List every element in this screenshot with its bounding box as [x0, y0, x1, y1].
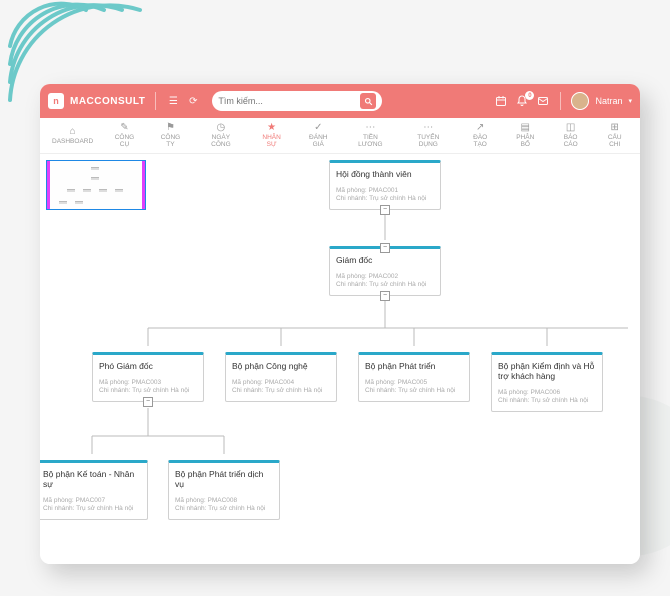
org-node[interactable]: − Giám đốc Mã phòng: PMAC002 Chi nhánh: … — [329, 246, 441, 296]
username: Natran — [595, 96, 622, 106]
search-box[interactable] — [212, 91, 382, 111]
nav-allocation[interactable]: ▤PHÂN BỔ — [505, 121, 546, 150]
app-name: MACCONSULT — [70, 96, 145, 107]
app-window: n MACCONSULT ☰ ⟳ 0 Natran ▾ ⌂DASHBOARD ✎… — [40, 84, 640, 564]
nav-timesheet[interactable]: ◷NGÀY CÔNG — [195, 121, 246, 150]
org-node[interactable]: Bộ phận Kế toán - Nhân sự Mã phòng: PMAC… — [40, 460, 148, 520]
topbar: n MACCONSULT ☰ ⟳ 0 Natran ▾ — [40, 84, 640, 118]
nav-dashboard[interactable]: ⌂DASHBOARD — [46, 125, 99, 147]
nav-tools[interactable]: ✎CÔNG CỤ — [103, 121, 146, 150]
nav-config[interactable]: ⊞CẤU CHI — [595, 121, 634, 150]
nav-salary[interactable]: ⋯TIỀN LƯƠNG — [344, 121, 397, 150]
collapse-icon[interactable]: − — [380, 291, 390, 301]
nav-company[interactable]: ⚑CÔNG TY — [150, 121, 191, 150]
logo-icon: n — [48, 93, 64, 109]
collapse-icon[interactable]: − — [380, 243, 390, 253]
org-node[interactable]: Hội đồng thành viên Mã phòng: PMAC001 Ch… — [329, 160, 441, 210]
org-node[interactable]: Bộ phận Công nghệ Mã phòng: PMAC004 Chi … — [225, 352, 337, 402]
nav-review[interactable]: ✓ĐÁNH GIÁ — [297, 121, 340, 150]
avatar[interactable] — [571, 92, 589, 110]
refresh-icon[interactable]: ⟳ — [186, 96, 200, 107]
collapse-icon[interactable]: − — [143, 397, 153, 407]
calendar-icon[interactable] — [494, 95, 508, 107]
notif-badge: 0 — [525, 91, 534, 100]
menu-icon[interactable]: ☰ — [166, 96, 180, 107]
nav-recruit[interactable]: ⋯TUYỂN DỤNG — [401, 121, 456, 150]
org-node[interactable]: Phó Giám đốc Mã phòng: PMAC003 Chi nhánh… — [92, 352, 204, 402]
main-nav: ⌂DASHBOARD ✎CÔNG CỤ ⚑CÔNG TY ◷NGÀY CÔNG … — [40, 118, 640, 154]
search-input[interactable] — [218, 96, 360, 106]
nav-hr[interactable]: ★NHÂN SỰ — [251, 121, 293, 150]
notification-bell[interactable]: 0 — [514, 95, 530, 107]
nav-report[interactable]: ◫BÁO CÁO — [550, 121, 592, 150]
mail-icon[interactable] — [536, 95, 550, 107]
content-area[interactable]: Hội đồng thành viên Mã phòng: PMAC001 Ch… — [40, 154, 640, 564]
nav-training[interactable]: ↗ĐÀO TẠO — [460, 121, 501, 150]
org-node[interactable]: Bộ phận Kiểm định và Hỗ trợ khách hàng M… — [491, 352, 603, 412]
org-tree[interactable]: Hội đồng thành viên Mã phòng: PMAC001 Ch… — [40, 154, 640, 564]
collapse-icon[interactable]: − — [380, 205, 390, 215]
org-node[interactable]: Bộ phận Phát triển dịch vụ Mã phòng: PMA… — [168, 460, 280, 520]
org-node[interactable]: Bộ phận Phát triển Mã phòng: PMAC005 Chi… — [358, 352, 470, 402]
user-menu-caret-icon[interactable]: ▾ — [628, 97, 632, 105]
search-button[interactable] — [360, 93, 376, 109]
